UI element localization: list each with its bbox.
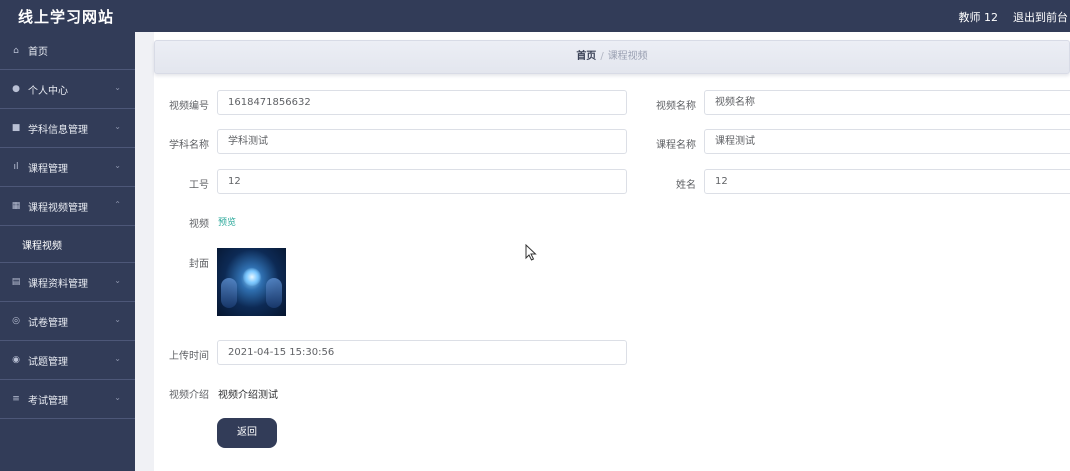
job-no-label: 工号 bbox=[189, 180, 209, 191]
subject-name-field[interactable]: 学科测试 bbox=[217, 129, 627, 154]
video-name-field[interactable]: 视频名称 bbox=[704, 90, 1070, 115]
sidebar: ⌂ 首页 ● 个人中心 ⌄ ■ 学科信息管理 ⌄ ıl 课程管理 ⌄ ▦ 课程视… bbox=[0, 32, 135, 471]
sidebar-item-label: 考试管理 bbox=[28, 395, 68, 407]
sidebar-item-exams[interactable]: ≡ 考试管理 ⌄ bbox=[0, 380, 135, 419]
subject-name-label: 学科名称 bbox=[169, 140, 209, 151]
breadcrumb: 首页 / 课程视频 bbox=[154, 40, 1070, 74]
chevron-down-icon: ⌄ bbox=[114, 83, 121, 92]
sidebar-item-materials[interactable]: ▤ 课程资料管理 ⌄ bbox=[0, 263, 135, 302]
grid-icon: ▦ bbox=[11, 201, 21, 211]
user-icon: ● bbox=[12, 84, 20, 94]
exit-to-frontend-link[interactable]: 退出到前台 bbox=[1013, 9, 1068, 25]
sidebar-item-label: 试卷管理 bbox=[28, 317, 68, 329]
sidebar-item-label: 试题管理 bbox=[28, 356, 68, 368]
course-name-field[interactable]: 课程测试 bbox=[704, 129, 1070, 154]
video-name-label: 视频名称 bbox=[656, 101, 696, 112]
site-brand: 线上学习网站 bbox=[18, 8, 115, 26]
top-bar: 线上学习网站 教师 12 退出到前台 bbox=[0, 0, 1070, 32]
job-no-field[interactable]: 12 bbox=[217, 169, 627, 194]
intro-value: 视频介绍测试 bbox=[218, 390, 278, 401]
video-preview-link[interactable]: 预览 bbox=[218, 215, 236, 228]
bar-chart-icon: ıl bbox=[13, 162, 19, 172]
sidebar-subitem-course-video[interactable]: 课程视频 bbox=[0, 226, 135, 263]
sidebar-item-courses[interactable]: ıl 课程管理 ⌄ bbox=[0, 148, 135, 187]
sidebar-item-label: 首页 bbox=[28, 47, 48, 58]
chevron-down-icon: ⌄ bbox=[114, 315, 121, 324]
cover-glow bbox=[243, 268, 261, 286]
chevron-down-icon: ⌄ bbox=[114, 122, 121, 131]
breadcrumb-separator: / bbox=[600, 51, 604, 62]
sidebar-item-profile[interactable]: ● 个人中心 ⌄ bbox=[0, 70, 135, 109]
breadcrumb-current: 课程视频 bbox=[607, 51, 648, 62]
back-button[interactable]: 返回 bbox=[217, 418, 277, 448]
sidebar-item-subjects[interactable]: ■ 学科信息管理 ⌄ bbox=[0, 109, 135, 148]
video-label: 视频 bbox=[189, 219, 209, 230]
list-icon: ≡ bbox=[12, 394, 20, 404]
upload-time-label: 上传时间 bbox=[169, 351, 209, 362]
mouse-cursor-icon bbox=[525, 244, 537, 261]
chevron-down-icon: ⌄ bbox=[114, 354, 121, 363]
chevron-down-icon: ⌄ bbox=[114, 276, 121, 285]
intro-label: 视频介绍 bbox=[169, 390, 209, 401]
video-no-field[interactable]: 1618471856632 bbox=[217, 90, 627, 115]
chevron-down-icon: ⌄ bbox=[114, 393, 121, 402]
chevron-down-icon: ⌄ bbox=[114, 161, 121, 170]
sidebar-item-label: 课程资料管理 bbox=[28, 278, 88, 290]
document-icon: ▤ bbox=[11, 277, 21, 287]
sidebar-item-home[interactable]: ⌂ 首页 bbox=[0, 32, 135, 70]
sidebar-item-label: 课程视频管理 bbox=[28, 202, 88, 214]
cover-label: 封面 bbox=[189, 259, 209, 270]
current-user: 教师 12 bbox=[958, 11, 999, 24]
book-icon: ■ bbox=[11, 123, 21, 133]
sidebar-item-label: 课程管理 bbox=[28, 163, 68, 175]
question-icon: ◉ bbox=[12, 355, 20, 365]
home-icon: ⌂ bbox=[13, 45, 19, 56]
sidebar-item-questions[interactable]: ◉ 试题管理 ⌄ bbox=[0, 341, 135, 380]
breadcrumb-home[interactable]: 首页 bbox=[576, 51, 596, 62]
cover-image[interactable] bbox=[217, 248, 286, 316]
sidebar-item-course-videos[interactable]: ▦ 课程视频管理 ⌃ bbox=[0, 187, 135, 226]
sidebar-item-papers[interactable]: ◎ 试卷管理 ⌄ bbox=[0, 302, 135, 341]
name-label: 姓名 bbox=[676, 180, 696, 191]
sidebar-item-label: 个人中心 bbox=[28, 85, 68, 97]
video-no-label: 视频编号 bbox=[169, 101, 209, 112]
cover-decoration bbox=[221, 278, 237, 308]
name-field[interactable]: 12 bbox=[704, 169, 1070, 194]
sidebar-item-label: 学科信息管理 bbox=[28, 124, 88, 136]
course-name-label: 课程名称 bbox=[656, 140, 696, 151]
circle-icon: ◎ bbox=[12, 316, 20, 326]
upload-time-field[interactable]: 2021-04-15 15:30:56 bbox=[217, 340, 627, 365]
cover-decoration bbox=[266, 278, 282, 308]
chevron-up-icon: ⌃ bbox=[114, 200, 121, 209]
